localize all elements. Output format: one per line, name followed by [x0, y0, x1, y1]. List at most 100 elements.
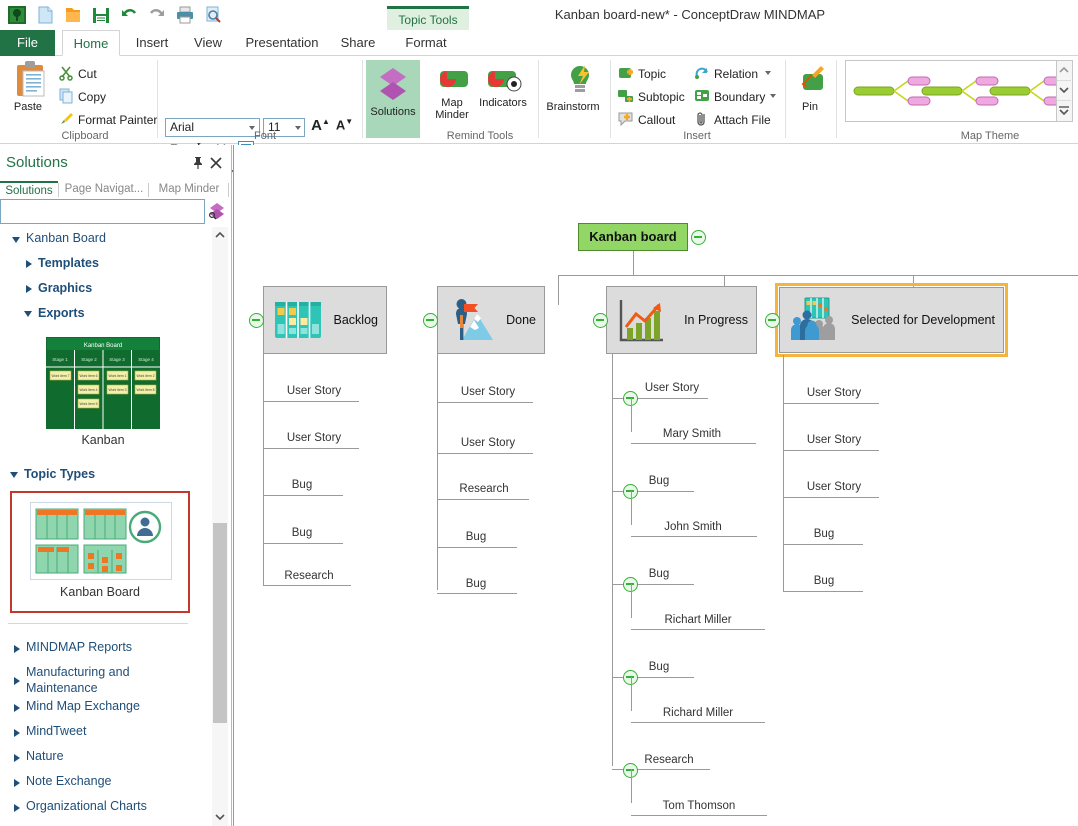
tab-file[interactable]: File: [0, 30, 55, 56]
subtopic-item[interactable]: User Story: [269, 432, 359, 444]
subtopic-item[interactable]: Research: [626, 754, 712, 766]
search-solutions-icon[interactable]: [207, 202, 226, 221]
subtopic-item[interactable]: User Story: [789, 481, 879, 493]
tree-toggle-exports[interactable]: [24, 311, 32, 317]
tree-toggle-manufacturing[interactable]: [14, 677, 20, 685]
mindmap-root-node[interactable]: Kanban board: [578, 223, 688, 251]
save-icon[interactable]: [90, 4, 112, 26]
undo-icon[interactable]: [118, 4, 140, 26]
collapse-toggle-backlog[interactable]: [249, 313, 264, 328]
pin-button[interactable]: Pin: [790, 64, 830, 113]
print-preview-icon[interactable]: [202, 4, 224, 26]
collapse-toggle-done[interactable]: [423, 313, 438, 328]
tree-toggle-templates[interactable]: [26, 260, 32, 268]
insert-topic-button[interactable]: Topic: [618, 64, 666, 84]
map-minder-button[interactable]: Map Minder: [430, 64, 474, 121]
assignee-item[interactable]: Richart Miller: [637, 614, 759, 626]
app-logo-icon[interactable]: [6, 4, 28, 26]
mindmap-branch-in-progress[interactable]: In Progress: [606, 286, 757, 354]
indicators-button[interactable]: Indicators: [476, 64, 530, 109]
insert-subtopic-button[interactable]: Subtopic: [618, 87, 685, 107]
subtopic-item[interactable]: User Story: [789, 434, 879, 446]
tree-item-manufacturing-maintenance[interactable]: Manufacturing and Maintenance: [26, 664, 196, 696]
panel-tab-page-navigator[interactable]: Page Navigat...: [60, 181, 148, 199]
tree-item-graphics[interactable]: Graphics: [38, 281, 92, 295]
new-icon[interactable]: [34, 4, 56, 26]
tree-item-note-exchange[interactable]: Note Exchange: [26, 774, 111, 788]
tree-item-mind-map-exchange[interactable]: Mind Map Exchange: [26, 699, 140, 713]
theme-scroll-down-icon[interactable]: [1057, 81, 1071, 101]
close-panel-icon[interactable]: [209, 156, 223, 170]
panel-scrollbar-thumb[interactable]: [213, 523, 227, 723]
assignee-item[interactable]: John Smith: [637, 521, 749, 533]
subtopic-item[interactable]: Bug: [438, 578, 514, 590]
topic-type-kanban-board-selected[interactable]: Kanban Board: [10, 491, 190, 613]
shrink-font-button[interactable]: A▼: [335, 117, 354, 132]
tab-share[interactable]: Share: [331, 30, 385, 56]
pin-panel-icon[interactable]: [191, 156, 205, 170]
tree-item-topic-types[interactable]: Topic Types: [24, 467, 95, 481]
panel-scroll-up-icon[interactable]: [212, 227, 228, 243]
format-painter-button[interactable]: Format Painter: [58, 110, 157, 130]
tree-toggle-mindtweet[interactable]: [14, 729, 20, 737]
tab-insert[interactable]: Insert: [124, 30, 180, 56]
panel-tab-solutions[interactable]: Solutions: [0, 181, 58, 199]
tree-toggle-mind-map-exchange[interactable]: [14, 704, 20, 712]
tree-item-organizational-charts[interactable]: Organizational Charts: [26, 799, 147, 813]
subtopic-item[interactable]: User Story: [443, 386, 533, 398]
subtopic-item[interactable]: Research: [266, 570, 352, 582]
subtopic-item[interactable]: Bug: [786, 575, 862, 587]
tree-toggle-graphics[interactable]: [26, 285, 32, 293]
subtopic-item[interactable]: Bug: [786, 528, 862, 540]
brainstorm-button[interactable]: Brainstorm: [542, 64, 604, 113]
insert-callout-button[interactable]: Callout: [618, 110, 675, 130]
subtopic-item[interactable]: User Story: [632, 382, 712, 394]
insert-boundary-button[interactable]: Boundary: [694, 87, 765, 107]
tree-toggle-nature[interactable]: [14, 754, 20, 762]
tab-home[interactable]: Home: [62, 30, 120, 56]
subtopic-item[interactable]: Bug: [264, 527, 340, 539]
cut-button[interactable]: Cut: [58, 64, 97, 84]
export-thumbnail-kanban[interactable]: Kanban Board Stage 1Stage 2Stage 3Stage …: [46, 337, 160, 429]
tree-toggle-organizational-charts[interactable]: [14, 804, 20, 812]
subtopic-item[interactable]: User Story: [789, 387, 879, 399]
boundary-chevron-down-icon[interactable]: [770, 94, 776, 98]
paste-button[interactable]: Paste: [6, 60, 50, 113]
tree-item-exports[interactable]: Exports: [38, 306, 85, 320]
panel-scroll-down-icon[interactable]: [212, 809, 228, 825]
tree-toggle-note-exchange[interactable]: [14, 779, 20, 787]
mindmap-branch-selected-for-development[interactable]: Selected for Development: [779, 287, 1004, 353]
collapse-toggle-in-progress[interactable]: [593, 313, 608, 328]
theme-scroll-up-icon[interactable]: [1057, 61, 1071, 81]
mindmap-branch-done[interactable]: Done: [437, 286, 545, 354]
subtopic-item[interactable]: User Story: [443, 437, 533, 449]
collapse-toggle-root[interactable]: [691, 230, 706, 245]
open-folder-icon[interactable]: [62, 4, 84, 26]
map-theme-gallery[interactable]: [845, 60, 1057, 122]
subtopic-item[interactable]: User Story: [269, 385, 359, 397]
relation-chevron-down-icon[interactable]: [765, 71, 771, 75]
tab-view[interactable]: View: [183, 30, 233, 56]
assignee-item[interactable]: Tom Thomson: [637, 800, 761, 812]
search-input[interactable]: [0, 199, 205, 224]
collapse-toggle-selected-for-development[interactable]: [765, 313, 780, 328]
redo-icon[interactable]: [146, 4, 168, 26]
mindmap-branch-backlog[interactable]: Backlog: [263, 286, 387, 354]
panel-tab-map-minder[interactable]: Map Minder: [150, 181, 228, 199]
subtopic-item[interactable]: Research: [440, 483, 528, 495]
tree-toggle-kanban-board[interactable]: [12, 237, 20, 243]
tree-item-mindtweet[interactable]: MindTweet: [26, 724, 86, 738]
subtopic-item[interactable]: Bug: [264, 479, 340, 491]
subtopic-item[interactable]: Bug: [438, 531, 514, 543]
attach-file-button[interactable]: Attach File: [694, 110, 771, 130]
tree-toggle-mindmap-reports[interactable]: [14, 645, 20, 653]
mindmap-canvas[interactable]: Kanban board Backlog User Story: [233, 145, 1078, 826]
assignee-item[interactable]: Mary Smith: [637, 428, 747, 440]
tree-item-nature[interactable]: Nature: [26, 749, 64, 763]
tree-item-templates[interactable]: Templates: [38, 256, 99, 270]
tab-format[interactable]: Format: [388, 30, 464, 56]
assignee-item[interactable]: Richard Miller: [637, 707, 759, 719]
solutions-button[interactable]: Solutions: [366, 60, 420, 138]
insert-relation-button[interactable]: Relation: [694, 64, 758, 84]
tree-toggle-topic-types[interactable]: [10, 472, 18, 478]
